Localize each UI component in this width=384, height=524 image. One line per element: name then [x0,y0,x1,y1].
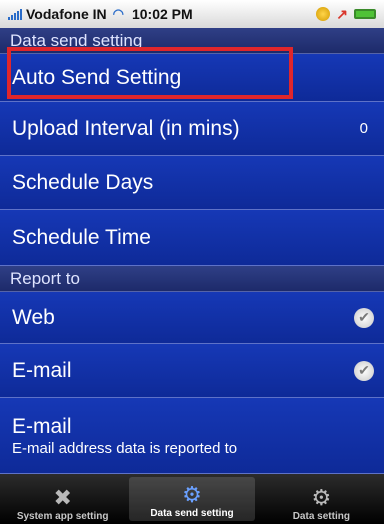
wifi-icon: ◠ [112,6,124,21]
battery-icon [354,9,376,19]
carrier-name: Vodafone IN [26,6,107,22]
sync-icon [316,7,331,21]
row-schedule-time[interactable]: Schedule Time [0,210,384,266]
row-email-toggle[interactable]: E-mail ✔ [0,344,384,398]
status-time: 10:02 PM [131,6,193,22]
row-label: Schedule Days [12,170,154,194]
row-label: E-mail [12,358,72,382]
row-upload-interval[interactable]: Upload Interval (in mins) 0 [0,102,384,156]
upload-interval-value: 0 [359,120,368,137]
gear-icon: ⚙ [311,485,332,510]
tools-icon: ✖ [53,485,72,510]
tab-label: Data send setting [150,508,234,519]
row-web[interactable]: Web ✔ [0,292,384,344]
checkmark-icon[interactable]: ✔ [354,360,374,381]
status-bar: Vodafone IN ◠ 10:02 PM ↗ [0,0,384,28]
signal-strength-icon [8,8,22,20]
row-label: Web [12,305,55,329]
section-header-data-send: Data send setting [0,28,384,54]
checkmark-icon[interactable]: ✔ [354,307,374,328]
row-label: Auto Send Setting [12,65,182,89]
location-arrow-icon: ↗ [336,5,348,22]
row-auto-send-setting[interactable]: Auto Send Setting [0,54,384,102]
tab-data-setting[interactable]: ⚙ Data setting [259,474,384,524]
section-header-report-to: Report to [0,266,384,292]
row-subtitle: E-mail address data is reported to [12,439,238,457]
tab-bar: ✖ System app setting ⚙ Data send setting… [0,474,384,524]
tab-label: System app setting [16,511,109,522]
row-label: Schedule Time [12,225,151,249]
tab-system-app-setting[interactable]: ✖ System app setting [0,474,125,524]
gears-icon: ⚙ [182,482,202,507]
row-label: E-mail [12,414,72,438]
row-label: Upload Interval (in mins) [12,116,240,140]
row-email-address[interactable]: E-mail E-mail address data is reported t… [0,398,384,474]
tab-label: Data setting [292,511,350,522]
tab-data-send-setting[interactable]: ⚙ Data send setting [129,477,255,521]
row-schedule-days[interactable]: Schedule Days [0,156,384,210]
